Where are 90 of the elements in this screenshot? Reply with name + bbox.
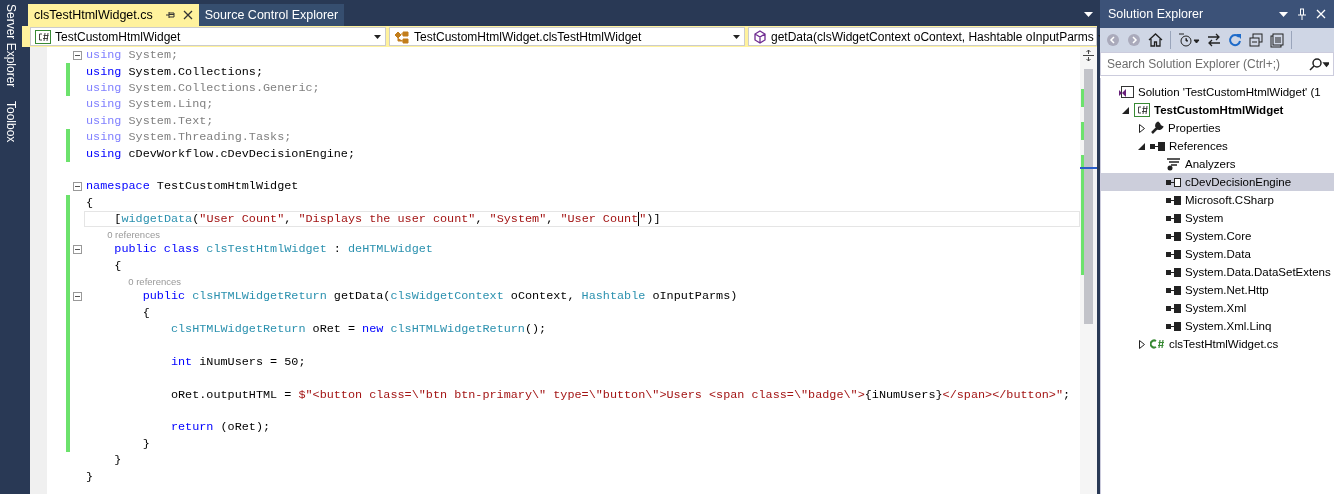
expanded-arrow-icon[interactable] [1138, 142, 1145, 150]
wrench-icon [1150, 121, 1164, 135]
caret-icon [374, 34, 381, 39]
tree-item[interactable]: System.Data [1101, 245, 1334, 263]
code-line: } [141, 435, 150, 452]
cube-icon [753, 29, 767, 44]
code-line: int iNumUsers = 50; [169, 353, 306, 371]
collapsed-arrow-icon[interactable] [1138, 339, 1145, 349]
code-line: oRet.outputHTML = $"<button class=\"btn btn-primary\" type=\"button\">Users <span class=\"badge\">{iNumUsers}</span></button>"; [169, 386, 1071, 403]
vertical-scrollbar[interactable] [1080, 47, 1097, 494]
sync-icon[interactable] [1207, 33, 1221, 47]
collapse-icon[interactable] [72, 50, 82, 60]
reference-icon [1166, 177, 1181, 187]
change-marker [1081, 122, 1084, 140]
search-field[interactable]: Search Solution Explorer (Ctrl+;) [1100, 52, 1334, 76]
code-line: } [85, 468, 94, 485]
class-icon [394, 29, 410, 44]
tree-item[interactable]: System.Data.DataSetExtens [1101, 263, 1334, 281]
tree-item[interactable]: Microsoft.CSharp [1101, 191, 1334, 209]
collapse-icon[interactable] [72, 291, 82, 301]
code-line: clsHTMLWidgetReturn oRet = new clsHTMLWidgetReturn(); [169, 321, 547, 338]
collapse-all-icon[interactable] [1249, 33, 1263, 47]
navigation-dropdown[interactable]: TestCustomHtmlWidget [30, 27, 386, 46]
tree-item[interactable]: clsTestHtmlWidget.cs [1101, 335, 1334, 353]
close-icon[interactable] [182, 10, 193, 20]
code-line: using System.Collections; [85, 63, 263, 80]
expanded-arrow-icon[interactable] [1122, 106, 1129, 114]
tree-item[interactable]: Analyzers [1101, 155, 1334, 173]
reference-icon [1166, 231, 1181, 241]
code-line: using cDevWorkflow.cDevDecisionEngine; [85, 145, 356, 162]
dropdown-icon[interactable] [1084, 12, 1093, 17]
search-icon[interactable] [1309, 57, 1329, 71]
solution-icon [1118, 85, 1134, 99]
pin-icon[interactable] [164, 10, 175, 20]
reference-icon [1166, 321, 1181, 331]
navigation-dropdown[interactable]: TestCustomHtmlWidget.clsTestHtmlWidget [389, 27, 745, 46]
code-line: [widgetData("User Count", "Displays the user count", "System", "User Count")] [84, 210, 1080, 228]
code-line: using System.Linq; [85, 96, 214, 113]
history-icon[interactable] [1178, 33, 1200, 47]
tree-item[interactable]: System.Xml.Linq [1101, 317, 1334, 335]
tree-item[interactable]: System.Net.Http [1101, 281, 1334, 299]
csharp-project-icon [1134, 103, 1150, 117]
reference-icon [1150, 141, 1165, 151]
reference-icon [1166, 303, 1181, 313]
refresh-icon[interactable] [1228, 33, 1242, 47]
code-line: using System.Threading.Tasks; [85, 129, 292, 146]
tree-item[interactable]: References [1101, 137, 1334, 155]
collapsed-arrow-icon[interactable] [1138, 123, 1145, 133]
code-line: return (oRet); [169, 419, 271, 436]
tree-item[interactable]: Solution 'TestCustomHtmlWidget' (1 [1101, 83, 1334, 101]
tree-item[interactable]: System.Xml [1101, 299, 1334, 317]
code-line: } [113, 452, 122, 469]
caret-position-marker [1080, 167, 1097, 169]
csharp-file-icon [1150, 338, 1165, 350]
reference-icon [1166, 285, 1181, 295]
dropdown-icon[interactable] [1279, 11, 1288, 17]
code-line: using System.Text; [85, 112, 214, 129]
reference-icon [1166, 267, 1181, 277]
reference-icon [1166, 213, 1181, 223]
change-marker [1081, 89, 1084, 107]
side-tab[interactable]: Toolbox [4, 101, 18, 143]
code-line: { [113, 257, 122, 275]
reference-icon [1166, 195, 1181, 205]
code-line: using System.Collections.Generic; [85, 79, 320, 97]
csharp-project-icon [35, 29, 51, 44]
code-line: public class clsTestHtmlWidget : deHTMLWidget [113, 241, 433, 258]
properties-icon[interactable] [1270, 32, 1284, 48]
tree-item[interactable]: TestCustomHtmlWidget [1101, 101, 1334, 119]
code-line: public clsHTMLWidgetReturn getData(clsWidgetContext oContext, Hashtable oInputParms) [141, 288, 738, 305]
reference-icon [1166, 249, 1181, 259]
document-tab[interactable]: Source Control Explorer [198, 4, 345, 26]
caret-icon [733, 34, 740, 39]
document-tab[interactable]: clsTestHtmlWidget.cs [28, 4, 199, 26]
tree-item[interactable]: System.Core [1101, 227, 1334, 245]
splitter-icon[interactable] [1083, 50, 1094, 61]
code-line: { [141, 304, 150, 321]
side-tab[interactable]: Server Explorer [4, 4, 18, 88]
code-line: namespace TestCustomHtmlWidget [85, 178, 299, 195]
tree-item[interactable]: Properties [1101, 119, 1334, 137]
analyzer-icon [1166, 157, 1181, 171]
code-line: { [85, 194, 94, 211]
tree-item[interactable]: cDevDecisionEngine [1101, 173, 1334, 191]
navigation-dropdown[interactable]: getData(clsWidgetContext oContext, Hashtable oInputParms [748, 27, 1097, 46]
home-icon[interactable] [1148, 33, 1163, 47]
collapse-icon[interactable] [72, 181, 82, 191]
scrollbar-thumb[interactable] [1084, 69, 1093, 324]
code-line: using System; [85, 47, 179, 64]
collapse-icon[interactable] [72, 245, 82, 254]
panel-title: Solution Explorer [1108, 7, 1205, 21]
tree-item[interactable]: System [1101, 209, 1334, 227]
